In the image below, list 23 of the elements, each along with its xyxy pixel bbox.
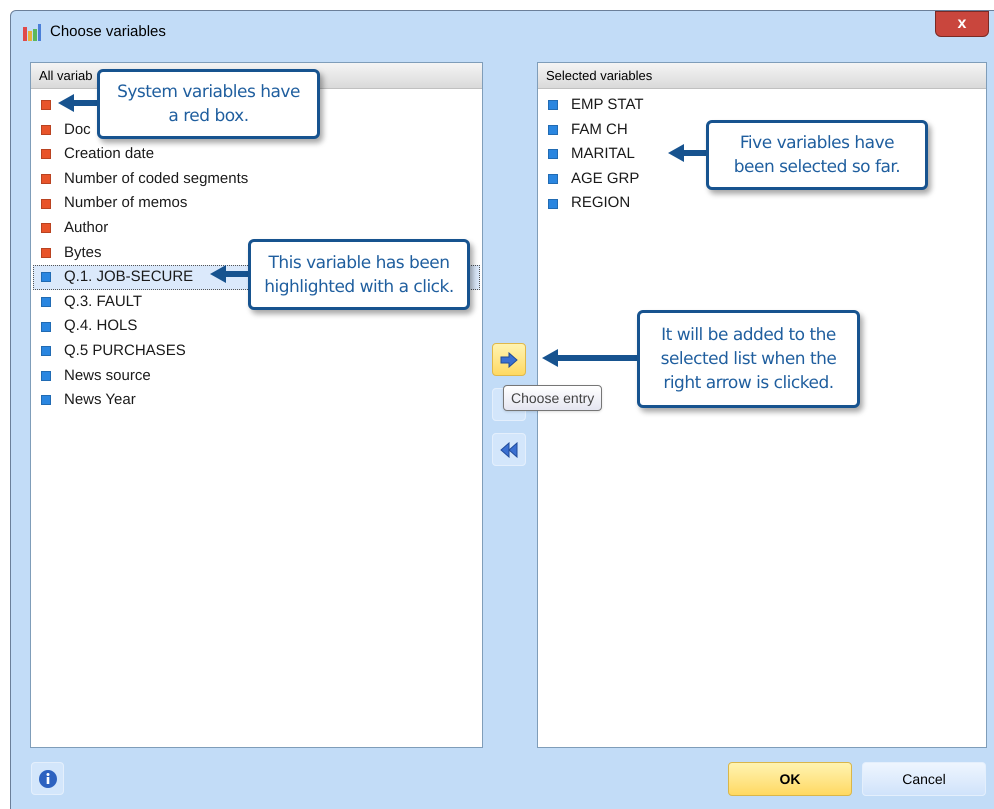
variable-label: EMP STAT — [571, 95, 644, 116]
callout-note: This variable has been highlighted with a click. — [248, 239, 470, 310]
callout-note: It will be added to the selected list when the right arrow is clicked. — [637, 310, 860, 408]
variable-label: Q.1. JOB-SECURE — [64, 267, 194, 288]
variable-label: REGION — [571, 193, 630, 214]
variable-label: Author — [64, 218, 108, 238]
variable-label: Bytes — [64, 242, 102, 263]
variable-label: Number of memos — [64, 193, 188, 214]
variable-label: Q.4. HOLS — [64, 316, 138, 336]
callout-note: Five variables have been selected so far. — [706, 120, 928, 190]
variable-label: News source — [64, 366, 151, 386]
variable-label: Q.5 PURCHASES — [64, 340, 186, 361]
variable-label: Number of coded segments — [64, 168, 248, 189]
variable-label: FAM CH — [571, 120, 628, 140]
variable-label: News Year — [64, 390, 136, 410]
list-header: Selected variables — [538, 63, 986, 89]
window-title: Choose variables — [50, 22, 166, 42]
variable-label: Doc — [64, 120, 91, 140]
variable-label: MARITAL — [571, 144, 635, 164]
variable-label: Creation date — [64, 144, 154, 164]
variable-label: AGE GRP — [571, 168, 640, 189]
tooltip: Choose entry — [503, 385, 602, 411]
variable-label: Q.3. FAULT — [64, 292, 142, 312]
